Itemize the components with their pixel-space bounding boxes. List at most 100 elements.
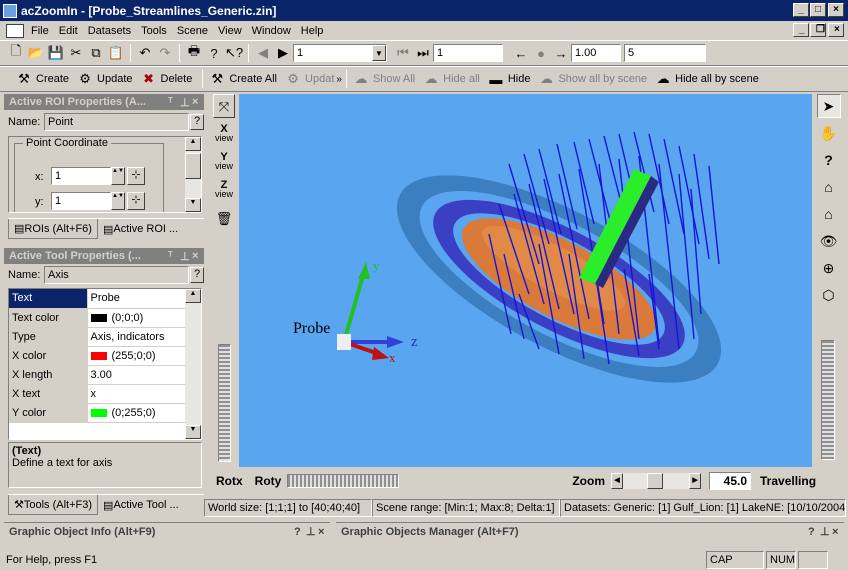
travelling-thumbwheel[interactable] (821, 340, 835, 460)
property-scrollbar[interactable]: ▲ ▼ (185, 289, 201, 439)
roi-scrollbar[interactable]: ▲ ▼ (185, 137, 201, 212)
hide-button[interactable]: Hide (508, 73, 531, 85)
show-all-button[interactable]: Show All (373, 73, 415, 85)
delete-button[interactable]: Delete (161, 73, 193, 85)
help-icon[interactable]: ? (808, 526, 820, 538)
property-row[interactable]: X color (255;0;0) (9, 346, 188, 366)
step-input[interactable]: 5 (624, 44, 706, 62)
panel-close-icon[interactable]: × (832, 526, 844, 538)
dock-pin-icon[interactable]: ⊥ (180, 96, 192, 109)
update-all-button[interactable]: Updat (305, 73, 334, 85)
property-row[interactable]: Text color (0;0;0) (9, 308, 188, 328)
frame-select[interactable]: 1 ▼ (293, 44, 387, 62)
create-all-button[interactable]: Create All (229, 73, 277, 85)
property-row[interactable]: Y color (0;255;0) (9, 403, 188, 423)
rotx-thumbwheel[interactable] (218, 344, 231, 462)
panel-close-icon[interactable]: × (192, 250, 204, 262)
undo-icon[interactable]: ↶ (135, 43, 155, 63)
show-all-by-scene-button[interactable]: Show all by scene (558, 73, 647, 85)
menu-help[interactable]: Help (296, 25, 329, 37)
3d-viewport[interactable]: Probe y z x (239, 94, 812, 467)
trash-icon[interactable]: 🗑 (213, 205, 235, 231)
menu-edit[interactable]: Edit (54, 25, 83, 37)
hide-all-by-scene-button[interactable]: Hide all by scene (675, 73, 759, 85)
paste-icon[interactable]: 📋 (106, 43, 126, 63)
last-frame-icon[interactable]: ⏭ (413, 43, 433, 63)
set-home-icon[interactable]: ⌂ (817, 202, 841, 226)
open-folder-icon[interactable]: 📂 (26, 43, 46, 63)
step-forward-icon[interactable]: → (551, 43, 571, 63)
speed-input[interactable]: 1.00 (571, 44, 621, 62)
new-file-icon[interactable]: 🗋 (6, 43, 26, 63)
menu-window[interactable]: Window (247, 25, 296, 37)
play-forward-icon[interactable]: ▶ (273, 43, 293, 63)
save-icon[interactable]: 💾 (46, 43, 66, 63)
play-backward-icon[interactable]: ◀ (253, 43, 273, 63)
menu-datasets[interactable]: Datasets (83, 25, 136, 37)
update-button[interactable]: Update (97, 73, 132, 85)
perspective-icon[interactable]: ⬡ (817, 283, 841, 307)
print-icon[interactable]: 🖶 (184, 43, 204, 63)
cut-icon[interactable]: ✂ (66, 43, 86, 63)
roi-y-input[interactable]: 1 (51, 192, 111, 210)
maximize-button[interactable]: □ (810, 3, 826, 17)
hide-all-button[interactable]: Hide all (443, 73, 480, 85)
property-row[interactable]: Text Probe (9, 289, 188, 309)
view-all-icon[interactable]: 👁 (817, 229, 841, 253)
pin-icon[interactable]: ᵀ (168, 250, 180, 262)
help-icon[interactable]: ? (294, 526, 306, 538)
property-row[interactable]: X length 3.00 (9, 365, 188, 385)
tab-rois[interactable]: ▤ ROIs (Alt+F6) (8, 219, 98, 239)
zoom-value-field[interactable]: 45.0 (709, 472, 752, 490)
tab-active-tool[interactable]: ▤ Active Tool ... (98, 495, 184, 515)
step-back-icon[interactable]: ← (511, 43, 531, 63)
axis-view-icon[interactable]: ⤧ (213, 94, 235, 118)
help-icon[interactable]: ? (204, 43, 224, 63)
context-help-icon[interactable]: ↖? (224, 43, 244, 63)
panel-close-icon[interactable]: × (318, 526, 330, 538)
x-view-button[interactable]: Xview (213, 121, 235, 147)
menu-file[interactable]: File (26, 25, 54, 37)
property-row[interactable]: Type Axis, indicators (9, 327, 188, 347)
help-icon[interactable]: ? (817, 148, 841, 172)
minimize-button[interactable]: _ (793, 3, 809, 17)
dock-pin-icon[interactable]: ⊥ (820, 525, 832, 538)
pin-icon[interactable]: ᵀ (168, 96, 180, 108)
menu-view[interactable]: View (213, 25, 247, 37)
roi-y-pick-icon[interactable]: ⊹ (127, 192, 145, 210)
seek-icon[interactable]: ⊕ (817, 256, 841, 280)
roi-y-spinner[interactable]: ▲▼ (111, 192, 125, 210)
chevron-down-icon[interactable]: ▼ (372, 45, 386, 61)
property-row[interactable]: X text x (9, 384, 188, 404)
panel-close-icon[interactable]: × (192, 96, 204, 108)
roi-x-input[interactable]: 1 (51, 167, 111, 185)
y-view-button[interactable]: Yview (213, 149, 235, 175)
mdi-restore-button[interactable]: ❐ (810, 23, 826, 37)
redo-icon[interactable]: ↷ (155, 43, 175, 63)
stop-icon[interactable]: ● (531, 43, 551, 63)
mdi-minimize-button[interactable]: _ (793, 23, 809, 37)
close-button[interactable]: × (828, 3, 844, 17)
roi-name-field[interactable]: Point (44, 113, 189, 131)
roi-x-pick-icon[interactable]: ⊹ (127, 167, 145, 185)
overflow-chevron-icon[interactable]: » (336, 74, 342, 85)
roi-x-spinner[interactable]: ▲▼ (111, 167, 125, 185)
z-view-button[interactable]: Zview (213, 177, 235, 203)
select-arrow-icon[interactable]: ➤ (816, 94, 841, 118)
frame-input[interactable]: 1 (433, 44, 503, 62)
hand-pan-icon[interactable]: ✋ (817, 121, 841, 145)
tab-active-roi[interactable]: ▤ Active ROI ... (98, 219, 183, 239)
menu-scene[interactable]: Scene (172, 25, 213, 37)
menu-tools[interactable]: Tools (136, 25, 172, 37)
tool-name-field[interactable]: Axis (44, 266, 189, 284)
roi-name-help-icon[interactable]: ? (190, 114, 204, 130)
home-icon[interactable]: ⌂ (817, 175, 841, 199)
copy-icon[interactable]: ⧉ (86, 43, 106, 63)
zoom-slider[interactable]: ◀ ▶ (611, 473, 702, 489)
create-button[interactable]: Create (36, 73, 69, 85)
roty-thumbwheel[interactable] (287, 474, 400, 488)
mdi-close-button[interactable]: × (828, 23, 844, 37)
tool-name-help-icon[interactable]: ? (190, 267, 204, 283)
first-frame-icon[interactable]: ⏮ (393, 43, 413, 63)
dock-pin-icon[interactable]: ⊥ (180, 250, 192, 263)
